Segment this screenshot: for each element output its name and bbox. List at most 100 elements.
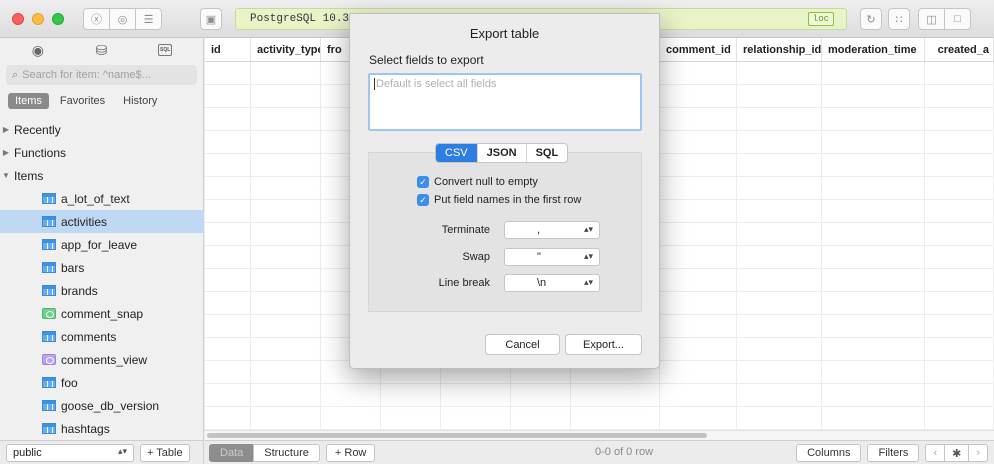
group-functions[interactable]: ▶ Functions xyxy=(0,141,204,164)
empty-grid-cell xyxy=(251,154,321,176)
columns-button[interactable]: Columns xyxy=(796,444,862,462)
schema-select[interactable]: public ▴▾ xyxy=(6,443,134,462)
grid-dots-icon[interactable]: ∷ xyxy=(888,8,910,30)
empty-grid-cell xyxy=(925,292,994,314)
horizontal-scrollbar[interactable] xyxy=(205,430,994,440)
sql-editor-icon[interactable]: SQL xyxy=(154,42,176,58)
add-table-button[interactable]: + Table xyxy=(140,443,190,462)
column-header-relationship_id[interactable]: relationship_id xyxy=(737,38,822,61)
structure-tab-button[interactable]: Structure xyxy=(253,443,320,462)
checkmark-icon: ✓ xyxy=(417,176,429,188)
group-recently[interactable]: ▶ Recently xyxy=(0,118,204,141)
empty-grid-cell xyxy=(660,131,737,153)
materialized-view-icon xyxy=(42,308,56,319)
field-names-checkbox[interactable]: ✓ Put field names in the first row xyxy=(417,194,581,206)
sidebar-item-comments_view[interactable]: comments_view xyxy=(0,348,204,371)
filters-button[interactable]: Filters xyxy=(867,444,920,462)
lock-icon[interactable]: ▣ xyxy=(200,8,222,30)
sidebar-item-app_for_leave[interactable]: app_for_leave xyxy=(0,233,204,256)
table-icon xyxy=(42,285,56,296)
table-icon xyxy=(42,216,56,227)
tab-items[interactable]: Items xyxy=(8,93,49,109)
sidebar-item-brands[interactable]: brands xyxy=(0,279,204,302)
table-icon xyxy=(42,423,56,434)
sidebar-item-a_lot_of_text[interactable]: a_lot_of_text xyxy=(0,187,204,210)
bottom-bar-right: Columns Filters ‹ ✱ › xyxy=(796,444,988,462)
chevron-left-icon[interactable]: ‹ xyxy=(925,444,946,462)
empty-grid-cell xyxy=(251,269,321,291)
empty-grid-cell xyxy=(251,338,321,360)
empty-grid-cell xyxy=(660,177,737,199)
empty-grid-cell xyxy=(925,315,994,337)
tab-history[interactable]: History xyxy=(116,93,164,109)
sidebar-item-comment_snap[interactable]: comment_snap xyxy=(0,302,204,325)
empty-grid-cell xyxy=(822,131,925,153)
convert-null-checkbox[interactable]: ✓ Convert null to empty xyxy=(417,176,538,188)
table-icon xyxy=(42,331,56,342)
connection-icon[interactable]: ◉ xyxy=(27,42,49,58)
close-window-button[interactable] xyxy=(12,13,24,25)
empty-grid-cell xyxy=(205,361,251,383)
empty-grid-cell xyxy=(205,407,251,429)
empty-grid-cell xyxy=(822,338,925,360)
sidebar-item-activities[interactable]: activities xyxy=(0,210,204,233)
empty-grid-cell xyxy=(822,108,925,130)
column-header-moderation_time[interactable]: moderation_time xyxy=(822,38,925,61)
empty-grid-cell xyxy=(925,269,994,291)
line-break-select[interactable]: \n ▴▾ xyxy=(504,274,600,292)
empty-grid-cell xyxy=(251,62,321,84)
fields-input[interactable]: Default is select all fields xyxy=(368,73,642,131)
row-count: 0-0 of 0 row xyxy=(595,446,654,458)
minimize-window-button[interactable] xyxy=(32,13,44,25)
sidebar-item-bars[interactable]: bars xyxy=(0,256,204,279)
empty-grid-cell xyxy=(737,315,822,337)
format-tab-csv[interactable]: CSV xyxy=(436,144,477,162)
empty-grid-cell xyxy=(737,62,822,84)
sidebar-item-foo[interactable]: foo xyxy=(0,371,204,394)
refresh-icon[interactable]: ↻ xyxy=(860,8,882,30)
chevron-right-icon[interactable]: › xyxy=(968,444,988,462)
empty-grid-cell xyxy=(822,292,925,314)
view-mode-toggle: Data Structure xyxy=(209,443,320,462)
cancel-button[interactable]: Cancel xyxy=(485,334,560,355)
search-placeholder: Search for item: ^name$... xyxy=(22,69,151,81)
gear-icon[interactable]: ✱ xyxy=(944,444,970,462)
line-break-label: Line break xyxy=(438,277,490,289)
add-row-button[interactable]: + Row xyxy=(325,443,376,462)
empty-grid-cell xyxy=(205,177,251,199)
tab-favorites[interactable]: Favorites xyxy=(53,93,112,109)
empty-grid-cell xyxy=(822,154,925,176)
data-tab-button[interactable]: Data xyxy=(209,443,255,462)
sidebar-item-comments[interactable]: comments xyxy=(0,325,204,348)
zoom-window-button[interactable] xyxy=(52,13,64,25)
group-items[interactable]: ▼ Items xyxy=(0,164,204,187)
export-button[interactable]: Export... xyxy=(565,334,642,355)
right-panel-icon[interactable]: □ xyxy=(944,8,971,30)
sidebar-item-goose_db_version[interactable]: goose_db_version xyxy=(0,394,204,417)
empty-grid-cell xyxy=(925,384,994,406)
empty-grid-cell xyxy=(925,223,994,245)
sidebar-item-hashtags[interactable]: hashtags xyxy=(0,417,204,440)
fields-placeholder: Default is select all fields xyxy=(376,78,497,90)
close-connection-icon[interactable]: ⓧ xyxy=(83,8,110,30)
swap-select[interactable]: " ▴▾ xyxy=(504,248,600,266)
column-header-activity_type[interactable]: activity_type xyxy=(251,38,321,61)
eye-icon[interactable]: ◎ xyxy=(109,8,136,30)
list-icon[interactable]: ☰ xyxy=(135,8,162,30)
terminate-select[interactable]: , ▴▾ xyxy=(504,221,600,239)
sidebar-search[interactable]: ⌕ Search for item: ^name$... xyxy=(6,65,197,85)
sidebar-footer: public ▴▾ + Table xyxy=(0,440,204,464)
empty-grid-cell xyxy=(205,131,251,153)
empty-grid-cell xyxy=(737,407,822,429)
format-tab-sql[interactable]: SQL xyxy=(525,144,568,162)
empty-grid-cell xyxy=(511,407,571,429)
scrollbar-thumb[interactable] xyxy=(207,433,707,438)
column-header-created_at[interactable]: created_a xyxy=(925,38,994,61)
column-header-comment_id[interactable]: comment_id xyxy=(660,38,737,61)
empty-grid-cell xyxy=(822,223,925,245)
chevron-updown-icon: ▴▾ xyxy=(583,224,593,234)
format-tab-json[interactable]: JSON xyxy=(476,144,526,162)
left-panel-icon[interactable]: ◫ xyxy=(918,8,945,30)
database-icon[interactable]: ⛁ xyxy=(90,42,112,58)
column-header-id[interactable]: id xyxy=(205,38,251,61)
